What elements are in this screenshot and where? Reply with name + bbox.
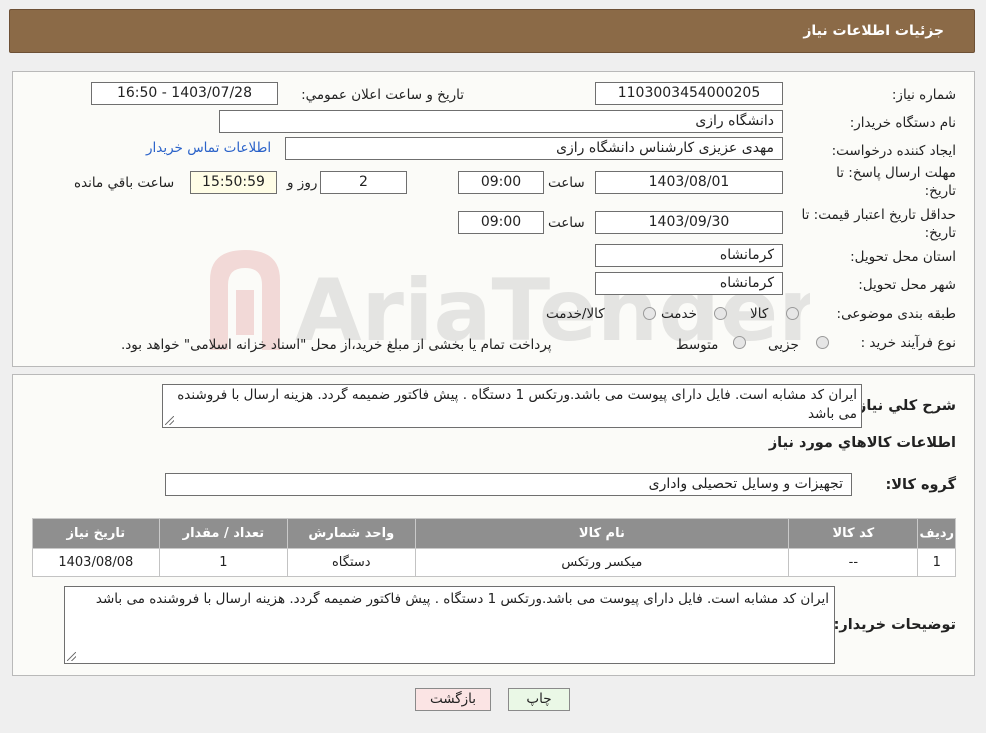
back-button[interactable]: بازگشت bbox=[415, 688, 491, 711]
category-option-goods-service: کالا/خدمت bbox=[546, 306, 605, 322]
purchase-note: پرداخت تمام یا بخشی از مبلغ خرید،از محل … bbox=[121, 337, 552, 353]
remaining-time-label: ساعت باقي مانده bbox=[74, 175, 175, 191]
category-radio-goods-service[interactable] bbox=[643, 307, 656, 320]
goods-group-field[interactable]: تجهیزات و وسایل تحصیلی واداری bbox=[165, 473, 852, 496]
purchase-radio-minor[interactable] bbox=[816, 336, 829, 349]
validity-label-line2: تاریخ: bbox=[924, 225, 956, 241]
print-button[interactable]: چاپ bbox=[508, 688, 570, 711]
goods-section-title: اطلاعات کالاهاي مورد نياز bbox=[768, 435, 956, 451]
col-row: رديف bbox=[917, 518, 956, 549]
purchase-type-label: نوع فرآیند خرید : bbox=[860, 335, 956, 351]
col-date: تاريخ نياز bbox=[32, 518, 160, 549]
announce-datetime-field[interactable]: 1403/07/28 - 16:50 bbox=[91, 82, 278, 105]
province-label: استان محل تحویل: bbox=[850, 249, 956, 265]
province-field[interactable]: کرمانشاه bbox=[595, 244, 783, 267]
page-title: جزئیات اطلاعات نیاز bbox=[803, 23, 944, 39]
validity-time-label: ساعت bbox=[548, 215, 585, 231]
description-label: شرح کلي نياز: bbox=[852, 398, 956, 414]
validity-date-field[interactable]: 1403/09/30 bbox=[595, 211, 783, 234]
resize-grip-icon[interactable] bbox=[165, 416, 174, 425]
deadline-label-line2: تاریخ: bbox=[924, 183, 956, 199]
buyer-notes-text: ایران کد مشابه است. فایل دارای پیوست می … bbox=[95, 591, 829, 607]
purchase-radio-medium[interactable] bbox=[733, 336, 746, 349]
buyer-notes-label: توضیحات خریدار: bbox=[833, 617, 956, 633]
validity-label-line1: حداقل تاریخ اعتبار قیمت: تا bbox=[801, 207, 956, 223]
deadline-time-field[interactable]: 09:00 bbox=[458, 171, 544, 194]
table-row[interactable]: 1 -- میکسر ورتکس دستگاه 1 1403/08/08 bbox=[32, 548, 956, 577]
page-header: جزئیات اطلاعات نیاز bbox=[9, 9, 975, 53]
category-label: طبقه بندی موضوعی: bbox=[836, 306, 956, 322]
creator-field[interactable]: مهدی عزیزی کارشناس دانشگاه رازی bbox=[285, 137, 783, 160]
description-field[interactable]: ایران کد مشابه است. فایل دارای پیوست می … bbox=[162, 384, 862, 428]
goods-group-label: گروه کالا: bbox=[885, 477, 956, 493]
creator-label: ایجاد کننده درخواست: bbox=[831, 143, 956, 159]
remaining-time-field[interactable]: 15:50:59 bbox=[190, 171, 277, 194]
cell-quantity: 1 bbox=[158, 548, 289, 577]
validity-time-field[interactable]: 09:00 bbox=[458, 211, 544, 234]
resize-grip-icon[interactable] bbox=[67, 652, 76, 661]
buyer-notes-field[interactable]: ایران کد مشابه است. فایل دارای پیوست می … bbox=[64, 586, 835, 664]
cell-date: 1403/08/08 bbox=[32, 548, 160, 577]
need-number-label: شماره نیاز: bbox=[891, 87, 956, 103]
cell-code: -- bbox=[788, 548, 919, 577]
need-number-field[interactable]: 1103003454000205 bbox=[595, 82, 783, 105]
col-unit: واحد شمارش bbox=[287, 518, 416, 549]
col-quantity: تعداد / مقدار bbox=[158, 518, 289, 549]
purchase-option-minor: جزیی bbox=[768, 337, 799, 353]
days-label: روز و bbox=[287, 175, 318, 191]
city-label: شهر محل تحویل: bbox=[858, 277, 956, 293]
cell-unit: دستگاه bbox=[287, 548, 416, 577]
purchase-option-medium: متوسط bbox=[676, 337, 719, 353]
category-radio-service[interactable] bbox=[714, 307, 727, 320]
category-option-goods: کالا bbox=[750, 306, 769, 322]
deadline-label-line1: مهلت ارسال پاسخ: تا bbox=[836, 165, 956, 181]
deadline-time-label: ساعت bbox=[548, 175, 585, 191]
category-option-service: خدمت bbox=[661, 306, 697, 322]
announce-label: تاريخ و ساعت اعلان عمومي: bbox=[301, 87, 464, 103]
category-radio-goods[interactable] bbox=[786, 307, 799, 320]
goods-table-header: رديف کد کالا نام کالا واحد شمارش تعداد /… bbox=[32, 518, 956, 549]
buyer-contact-link[interactable]: اطلاعات تماس خریدار bbox=[146, 140, 271, 156]
buyer-org-field[interactable]: دانشگاه رازی bbox=[219, 110, 783, 133]
description-text: ایران کد مشابه است. فایل دارای پیوست می … bbox=[177, 387, 857, 422]
buyer-org-label: نام دستگاه خریدار: bbox=[849, 115, 956, 131]
days-remaining-field[interactable]: 2 bbox=[320, 171, 407, 194]
cell-name: میکسر ورتکس bbox=[414, 548, 790, 577]
city-field[interactable]: کرمانشاه bbox=[595, 272, 783, 295]
cell-row: 1 bbox=[917, 548, 956, 577]
goods-table: رديف کد کالا نام کالا واحد شمارش تعداد /… bbox=[32, 518, 956, 577]
deadline-date-field[interactable]: 1403/08/01 bbox=[595, 171, 783, 194]
col-name: نام کالا bbox=[414, 518, 790, 549]
col-code: کد کالا bbox=[788, 518, 919, 549]
